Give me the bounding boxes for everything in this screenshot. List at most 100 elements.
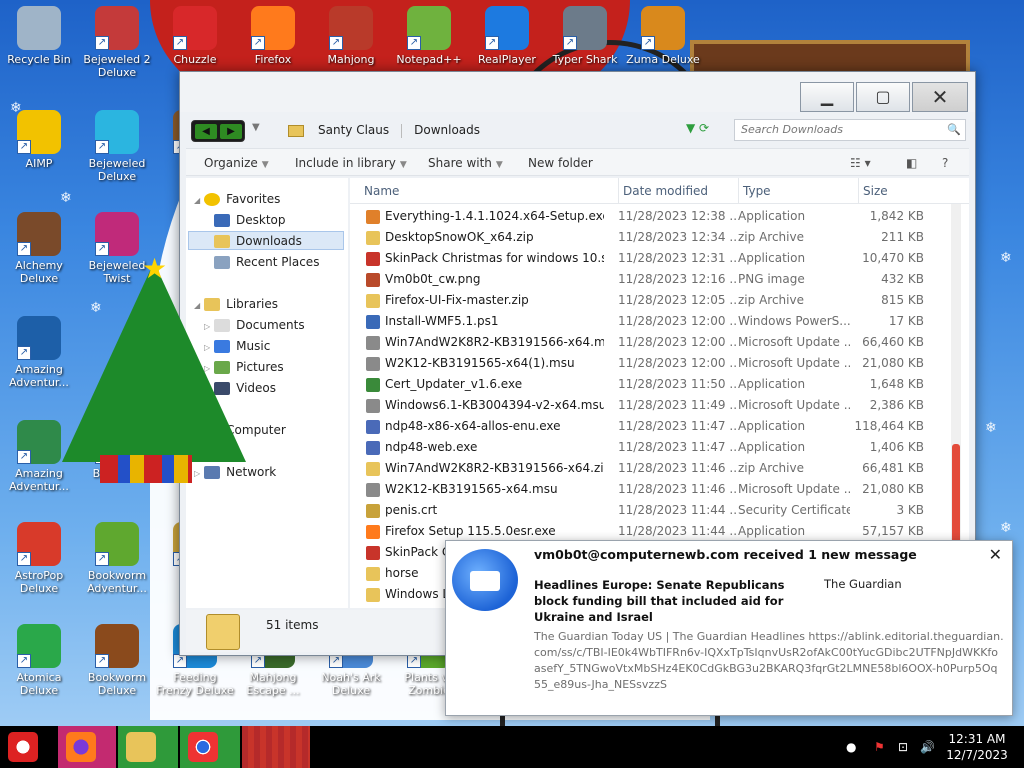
- desktop-icon[interactable]: ↗ Amazing Adventur...: [0, 420, 78, 493]
- column-size[interactable]: Size: [858, 178, 938, 204]
- file-row[interactable]: Win7AndW2K8R2-KB3191566-x64.zip 11/28/202…: [350, 458, 950, 479]
- help-icon[interactable]: ?: [942, 149, 948, 177]
- file-row[interactable]: Vm0b0t_cw.png 11/28/2023 12:16 ... PNG ima…: [350, 269, 950, 290]
- close-button[interactable]: ✕: [912, 82, 968, 112]
- file-row[interactable]: Firefox-UI-Fix-master.zip 11/28/2023 12:0…: [350, 290, 950, 311]
- desktop-icon[interactable]: ↗ Bookworm Adventur...: [78, 522, 156, 595]
- file-row[interactable]: W2K12-KB3191565-x64(1).msu 11/28/2023 12:…: [350, 353, 950, 374]
- desktop-icon[interactable]: ↗ Atomica Deluxe: [0, 624, 78, 697]
- app-icon: ↗: [17, 624, 61, 668]
- taskbar-chrome[interactable]: [180, 726, 240, 768]
- network-icon[interactable]: ⊡: [898, 726, 908, 768]
- desktop-icon[interactable]: ↗ AstroPop Deluxe: [0, 522, 78, 595]
- volume-icon[interactable]: 🔊: [920, 726, 935, 768]
- minimize-button[interactable]: ▁: [800, 82, 854, 112]
- action-center-icon[interactable]: ⚑: [874, 726, 885, 768]
- file-row[interactable]: ndp48-web.exe 11/28/2023 11:47 ... Applica…: [350, 437, 950, 458]
- preview-pane-icon[interactable]: ◧: [906, 149, 917, 177]
- desktop-icon[interactable]: ↗ Bookstor: [78, 420, 156, 480]
- nav-music[interactable]: ▷ Music: [204, 337, 270, 356]
- close-icon[interactable]: ✕: [989, 545, 1002, 564]
- nav-desktop[interactable]: Desktop: [214, 211, 286, 230]
- taskbar-explorer[interactable]: [118, 726, 178, 768]
- desktop-icon[interactable]: ↗ RealPlayer: [468, 6, 546, 66]
- start-button[interactable]: [0, 726, 56, 768]
- file-name: Vm0b0t_cw.png: [366, 269, 604, 290]
- taskbar-app[interactable]: [242, 726, 310, 768]
- nav-documents[interactable]: ▷ Documents: [204, 316, 305, 335]
- desktop-icon[interactable]: ↗ Zuma Deluxe: [624, 6, 702, 66]
- file-row[interactable]: Windows6.1-KB3004394-v2-x64.msu 11/28/202…: [350, 395, 950, 416]
- refresh-icon[interactable]: ▼ ⟳: [686, 121, 709, 135]
- scrollbar-thumb[interactable]: [952, 444, 960, 544]
- search-icon[interactable]: 🔍: [947, 120, 961, 140]
- file-row[interactable]: DesktopSnowOK_x64.zip 11/28/2023 12:34 ..…: [350, 227, 950, 248]
- file-row[interactable]: W2K12-KB3191565-x64.msu 11/28/2023 11:46 …: [350, 479, 950, 500]
- mail-notification[interactable]: vm0b0t@computernewb.com received 1 new m…: [445, 540, 1013, 716]
- file-row[interactable]: penis.crt 11/28/2023 11:44 ... Security Ce…: [350, 500, 950, 521]
- desktop-icon[interactable]: ↗ Chuzzle: [156, 6, 234, 66]
- include-in-library-button[interactable]: Include in library ▼: [295, 149, 407, 179]
- nav-computer[interactable]: ▷ Computer: [194, 421, 286, 440]
- breadcrumb[interactable]: Santy Claus Downloads: [288, 116, 708, 144]
- recent-pages-dropdown[interactable]: ▼: [252, 122, 260, 133]
- file-name-text: Win7AndW2K8R2-KB3191566-x64.msu: [385, 335, 604, 349]
- search-input[interactable]: Search Downloads 🔍: [734, 119, 966, 141]
- file-row[interactable]: ndp48-x86-x64-allos-enu.exe 11/28/2023 11…: [350, 416, 950, 437]
- thunderbird-icon: [452, 549, 518, 611]
- file-name-text: W2K12-KB3191565-x64.msu: [385, 482, 558, 496]
- show-hidden-icons[interactable]: ●: [846, 726, 856, 768]
- desktop-icon[interactable]: ↗ Mahjong: [312, 6, 390, 66]
- nav-network[interactable]: ▷ Network: [194, 463, 276, 482]
- file-type-icon: [366, 482, 380, 497]
- nav-videos[interactable]: ▷ Videos: [204, 379, 276, 398]
- share-with-button[interactable]: Share with ▼: [428, 149, 503, 179]
- file-type-icon: [366, 230, 380, 245]
- file-row[interactable]: Install-WMF5.1.ps1 11/28/2023 12:00 ... Wi…: [350, 311, 950, 332]
- file-type-icon: [366, 503, 380, 518]
- documents-icon: [214, 319, 231, 332]
- column-type[interactable]: Type: [738, 178, 850, 204]
- videos-icon: [214, 382, 231, 395]
- taskbar-firefox[interactable]: [58, 726, 116, 768]
- forward-button[interactable]: ▶: [220, 124, 242, 139]
- organize-button[interactable]: Organize ▼: [204, 149, 269, 179]
- desktop-icon[interactable]: ↗ AIMP: [0, 110, 78, 170]
- nav-libraries[interactable]: ◢ Libraries: [194, 295, 278, 314]
- desktop-icon[interactable]: ↗ Typer Shark: [546, 6, 624, 66]
- column-name[interactable]: Name: [360, 178, 610, 204]
- nav-favorites[interactable]: ◢ Favorites: [194, 190, 280, 209]
- desktop-icon[interactable]: ↗ Bejeweled Twist: [78, 212, 156, 285]
- desktop-icon[interactable]: ↗ Bookworm Deluxe: [78, 624, 156, 697]
- shortcut-arrow-icon: ↗: [17, 346, 31, 360]
- desktop-icon[interactable]: ↗ Amazing Adventur...: [0, 316, 78, 389]
- breadcrumb-item[interactable]: Downloads: [414, 123, 480, 137]
- view-options-icon[interactable]: ☷ ▾: [850, 149, 871, 177]
- clock[interactable]: 12:31 AM 12/7/2023: [944, 731, 1010, 763]
- star-icon: [204, 193, 221, 206]
- title-bar[interactable]: ▁ ▢ ✕: [180, 72, 975, 112]
- file-row[interactable]: SkinPack Christmas for windows 10.sfx.ex…: [350, 248, 950, 269]
- nav-recent-places[interactable]: Recent Places: [214, 253, 319, 272]
- desktop-icon-label: Bookworm Deluxe: [87, 671, 147, 697]
- back-button[interactable]: ◀: [195, 124, 217, 139]
- nav-pictures[interactable]: ▷ Pictures: [204, 358, 284, 377]
- desktop-icon[interactable]: ↗ Alchemy Deluxe: [0, 212, 78, 285]
- column-date-modified[interactable]: Date modified: [618, 178, 736, 204]
- downloads-folder-icon: [214, 235, 230, 248]
- maximize-button[interactable]: ▢: [856, 82, 910, 112]
- nav-downloads[interactable]: Downloads: [188, 231, 344, 250]
- file-type: Application: [738, 251, 806, 265]
- new-folder-button[interactable]: New folder: [528, 149, 593, 177]
- file-type: Microsoft Update ...: [738, 335, 850, 349]
- file-row[interactable]: Everything-1.4.1.1024.x64-Setup.exe 11/28…: [350, 206, 950, 227]
- desktop-icon[interactable]: ↗ Bejeweled Deluxe: [78, 110, 156, 183]
- breadcrumb-item[interactable]: Santy Claus: [318, 123, 389, 137]
- file-row[interactable]: Cert_Updater_v1.6.exe 11/28/2023 11:50 ..…: [350, 374, 950, 395]
- file-row[interactable]: Firefox Setup 115.5.0esr.exe 11/28/2023 1…: [350, 521, 950, 542]
- desktop-icon[interactable]: ↗ Notepad++: [390, 6, 468, 66]
- desktop-icon[interactable]: ↗ Bejeweled 2 Deluxe: [78, 6, 156, 79]
- file-row[interactable]: Win7AndW2K8R2-KB3191566-x64.msu 11/28/202…: [350, 332, 950, 353]
- desktop-icon[interactable]: ↗ Firefox: [234, 6, 312, 66]
- desktop-icon[interactable]: Recycle Bin: [0, 6, 78, 66]
